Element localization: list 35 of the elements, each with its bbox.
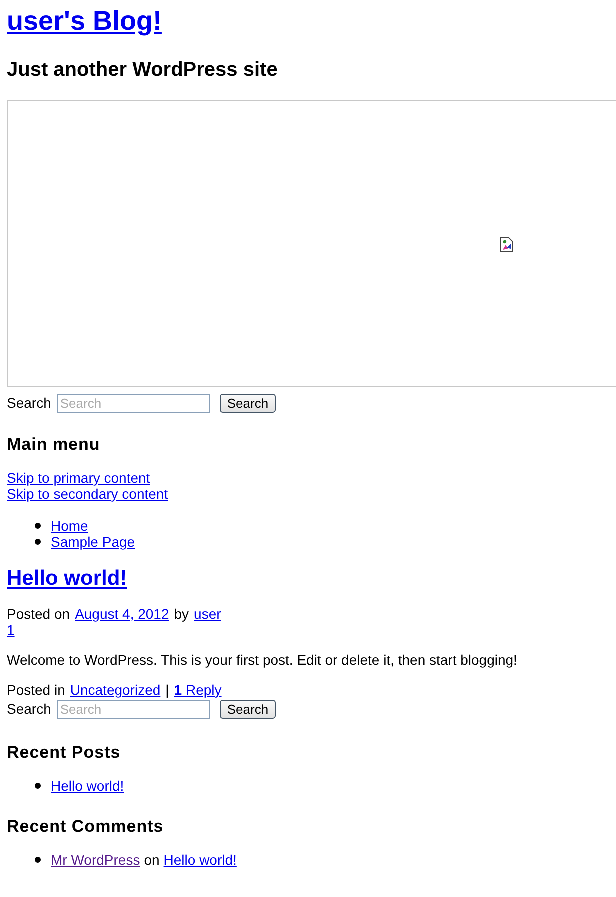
widget-heading: Recent Posts bbox=[7, 742, 122, 764]
author-link[interactable]: user bbox=[194, 606, 222, 622]
reply-link[interactable]: 1 Reply bbox=[174, 682, 222, 698]
posted-on-label: Posted on bbox=[7, 606, 70, 622]
search-button[interactable]: Search bbox=[220, 394, 276, 412]
site-tagline: Just another WordPress site bbox=[7, 58, 279, 82]
menu-link[interactable]: Sample Page bbox=[51, 534, 136, 550]
bullet-icon bbox=[35, 857, 41, 863]
skip-link[interactable]: Skip to primary content bbox=[7, 470, 150, 486]
by-label: by bbox=[174, 606, 190, 622]
bullet-icon bbox=[35, 783, 41, 789]
skip-link[interactable]: Skip to secondary content bbox=[7, 486, 168, 502]
post-title[interactable]: Hello world! bbox=[7, 566, 128, 592]
search-field[interactable]: Search bbox=[57, 394, 210, 412]
post-link[interactable]: Hello world! bbox=[51, 778, 124, 794]
separator: | bbox=[166, 682, 170, 698]
posted-in-label: Posted in bbox=[7, 682, 66, 698]
post-body: Welcome to WordPress. This is your first post. Edit or delete it, then start blogging! bbox=[7, 652, 518, 668]
bullet-icon bbox=[35, 523, 41, 529]
category-link[interactable]: Uncategorized bbox=[70, 682, 161, 698]
search-label: Search bbox=[7, 701, 52, 717]
broken-image-icon bbox=[500, 237, 514, 253]
search-button[interactable]: Search bbox=[220, 700, 276, 718]
commenter-link[interactable]: Mr WordPress bbox=[51, 852, 140, 868]
search-label: Search bbox=[7, 395, 52, 411]
post-link[interactable]: Hello world! bbox=[164, 852, 237, 868]
menu-heading: Main menu bbox=[7, 434, 102, 456]
widget-heading: Recent Comments bbox=[7, 816, 165, 838]
bullet-icon bbox=[35, 539, 41, 545]
site-title[interactable]: user's Blog! bbox=[7, 4, 162, 38]
comment-count-link[interactable]: 1 bbox=[7, 622, 15, 638]
menu-link[interactable]: Home bbox=[51, 518, 88, 534]
on-label: on bbox=[144, 852, 160, 868]
date-link[interactable]: August 4, 2012 bbox=[75, 606, 170, 622]
search-field[interactable]: Search bbox=[57, 700, 210, 718]
